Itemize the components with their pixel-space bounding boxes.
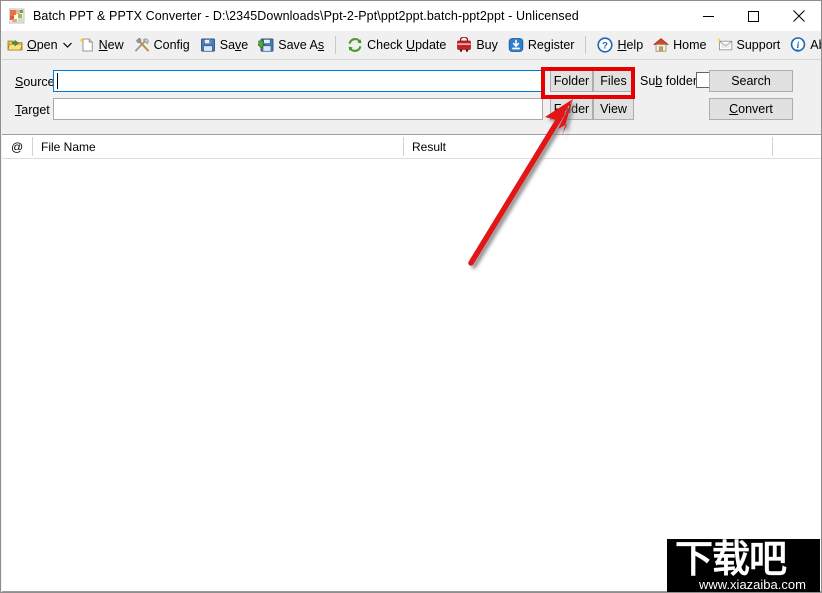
toolbar-label-register: Register xyxy=(527,37,575,52)
toolbar-label-config: Config xyxy=(153,37,190,52)
toolbar-button-save-as[interactable]: Save As xyxy=(253,33,329,57)
toolbar-label-open: Open xyxy=(27,37,58,52)
house-icon xyxy=(653,37,670,53)
target-view-button[interactable]: View xyxy=(593,98,634,120)
source-row: Source Folder Files Sub folders Search xyxy=(2,70,821,98)
toolbar-label-support: Support xyxy=(736,37,781,52)
site-watermark: 下载吧 www.xiazaiba.com xyxy=(667,539,820,592)
app-icon xyxy=(8,8,25,24)
toolbar-button-new[interactable]: New xyxy=(74,33,129,57)
open-folder-icon xyxy=(7,37,23,53)
toolbar-label-about: About xyxy=(810,37,821,52)
floppy-green-icon xyxy=(257,37,274,53)
toolbar-button-register[interactable]: Register xyxy=(503,33,580,57)
column-header-file-name[interactable]: File Name xyxy=(33,135,403,158)
svg-text:?: ? xyxy=(603,41,609,52)
watermark-logo-text: 下载吧 xyxy=(675,539,787,581)
svg-text:i: i xyxy=(797,41,800,51)
application-window: Batch PPT & PPTX Converter - D:\2345Down… xyxy=(0,0,822,593)
floppy-icon xyxy=(200,37,216,53)
source-label: Source xyxy=(15,75,55,89)
maximize-icon[interactable] xyxy=(731,1,776,31)
refresh-icon xyxy=(347,37,363,53)
search-button[interactable]: Search xyxy=(709,70,793,92)
toolbar-label-home: Home xyxy=(673,37,707,52)
window-controls xyxy=(686,1,821,31)
toolbar-button-help[interactable]: ? Help xyxy=(592,33,648,57)
column-header-result[interactable]: Result xyxy=(404,135,772,158)
close-icon[interactable] xyxy=(776,1,821,31)
toolbar-label-help: Help xyxy=(617,37,644,52)
toolbar-label-save: Save xyxy=(219,37,249,52)
register-icon xyxy=(508,37,524,53)
toolbar-button-config[interactable]: Config xyxy=(129,33,195,57)
sub-folders-label: Sub folders xyxy=(640,74,704,88)
toolbar-label-save-as: Save As xyxy=(278,37,325,52)
target-folder-button[interactable]: Folder xyxy=(550,98,593,120)
conversion-form-panel: Source Folder Files Sub folders Search T… xyxy=(2,60,821,135)
toolbar-button-buy[interactable]: Buy xyxy=(451,33,503,57)
file-list[interactable]: @ File Name Result xyxy=(2,135,821,592)
watermark-url: www.xiazaiba.com xyxy=(699,577,806,592)
info-icon: i xyxy=(790,37,806,53)
target-label: Target xyxy=(15,103,50,117)
toolbar-separator-2 xyxy=(585,36,587,54)
toolbar-button-save[interactable]: Save xyxy=(195,33,254,57)
toolbar-button-open[interactable]: Open xyxy=(2,33,63,57)
toolbar-label-check-update: Check Update xyxy=(367,37,447,52)
window-title: Batch PPT & PPTX Converter - D:\2345Down… xyxy=(33,9,579,23)
text-cursor xyxy=(57,73,58,89)
envelope-icon xyxy=(716,37,733,53)
convert-label: Convert xyxy=(729,102,773,116)
toolbar-button-support[interactable]: Support xyxy=(712,33,786,57)
target-input[interactable] xyxy=(53,98,543,120)
toolbar-button-about[interactable]: i About xyxy=(785,33,821,57)
convert-button[interactable]: Convert xyxy=(709,98,793,120)
column-header-extra[interactable] xyxy=(773,135,821,158)
open-dropdown-chevron-down-icon[interactable] xyxy=(62,34,72,56)
toolbar-button-home[interactable]: Home xyxy=(648,33,711,57)
title-bar: Batch PPT & PPTX Converter - D:\2345Down… xyxy=(1,1,821,31)
source-input[interactable] xyxy=(53,70,543,92)
source-files-button[interactable]: Files xyxy=(593,70,634,92)
toolbar: Open New Config Save Save As Check Updat… xyxy=(2,31,821,60)
toolbar-separator-1 xyxy=(335,36,337,54)
column-header-at[interactable]: @ xyxy=(2,135,32,158)
toolbar-label-buy: Buy xyxy=(476,37,498,52)
source-folder-button[interactable]: Folder xyxy=(550,70,593,92)
tools-icon xyxy=(134,37,150,53)
cart-icon xyxy=(456,36,472,53)
toolbar-label-new: New xyxy=(98,37,124,52)
new-page-icon xyxy=(78,37,95,53)
question-icon: ? xyxy=(597,37,614,53)
file-list-header: @ File Name Result xyxy=(2,135,821,159)
minimize-icon[interactable] xyxy=(686,1,731,31)
toolbar-button-check-update[interactable]: Check Update xyxy=(342,33,451,57)
target-row: Target Folder View Convert xyxy=(2,98,821,126)
